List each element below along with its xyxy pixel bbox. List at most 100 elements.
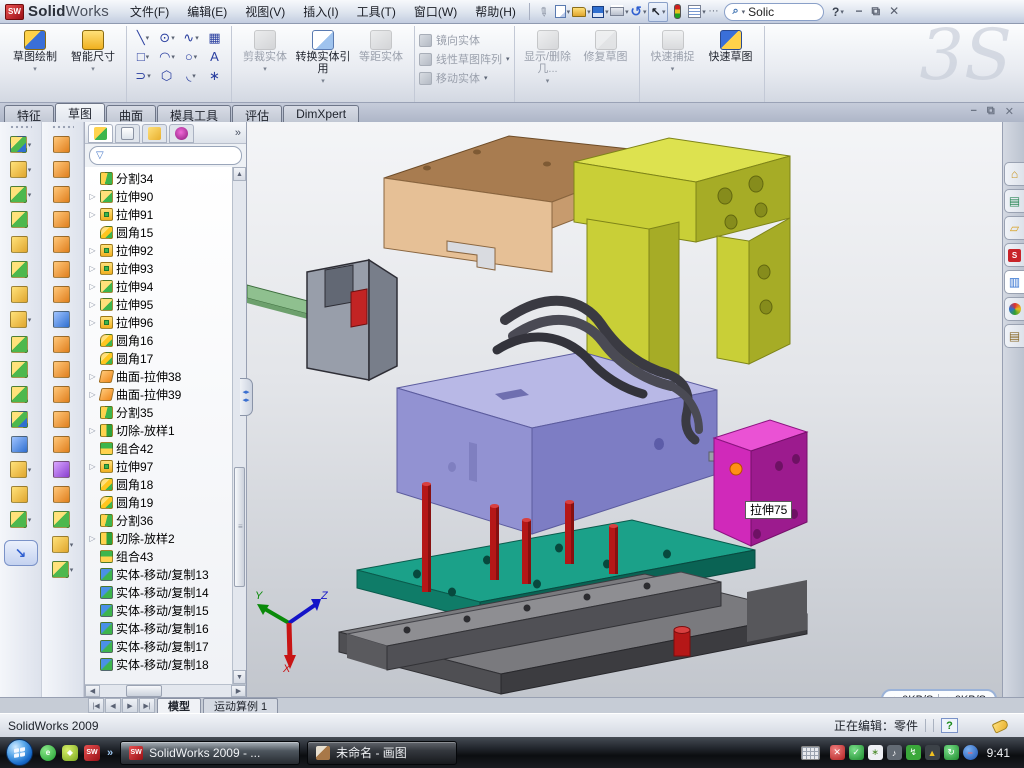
menu-item[interactable]: 工具(T) — [348, 1, 405, 22]
scrollbar-thumb[interactable] — [126, 685, 162, 697]
tree-item[interactable]: ▷ 拉伸92 — [88, 241, 231, 259]
options-button[interactable]: ▾ — [687, 2, 706, 22]
restore-button[interactable]: ⧉ — [871, 4, 880, 19]
panel-tab[interactable] — [142, 124, 167, 143]
tree-item[interactable]: ▷ 曲面-拉伸38 — [88, 367, 231, 385]
features-toolbar-button[interactable] — [10, 232, 32, 257]
panel-tab[interactable] — [169, 124, 194, 143]
tree-item[interactable]: ▷ 拉伸93 — [88, 259, 231, 277]
select-tool-button[interactable]: ↖▾ — [648, 2, 669, 22]
sketch-entity-button[interactable]: □▾ — [131, 49, 155, 64]
sketch-entity-button[interactable]: ∿▾ — [179, 30, 203, 46]
toolbar-overflow-label[interactable]: ⋯ — [706, 6, 720, 17]
tray-icon[interactable]: ✕ — [830, 745, 845, 760]
surfaces-toolbar-button[interactable] — [52, 507, 74, 532]
surfaces-toolbar-button[interactable] — [52, 207, 74, 232]
graphics-viewport[interactable]: ⊕⊙↻▥▦▾◧▾∞▾●◑▾▣▾ 拉伸75 Y Z X ↓ 0KB/S ↑ 0KB… — [247, 122, 1002, 697]
model-fixture[interactable] — [247, 260, 397, 380]
features-toolbar-button[interactable] — [10, 382, 32, 407]
features-toolbar-button[interactable] — [10, 282, 32, 307]
sketch-entity-button[interactable]: ▦ — [203, 30, 227, 46]
features-toolbar-button[interactable] — [10, 432, 32, 457]
convert-entities-button[interactable]: 转换实体引用▾ — [294, 28, 352, 88]
tree-item[interactable]: 圆角17 — [88, 349, 231, 367]
sketch-entity-button[interactable]: ∗ — [203, 68, 227, 84]
rapid-sketch-button[interactable]: 快速草图 — [702, 28, 760, 63]
scroll-down-icon[interactable]: ▼ — [233, 670, 246, 684]
repair-sketch-button[interactable]: 修复草图 — [577, 28, 635, 63]
features-toolbar-button[interactable]: ▾ — [10, 157, 32, 182]
features-toolbar-button[interactable]: ▾ — [10, 457, 32, 482]
tree-item[interactable]: ▷ 拉伸94 — [88, 277, 231, 295]
features-toolbar-button[interactable]: ▾ — [10, 507, 32, 532]
tree-item[interactable]: 实体-移动/复制15 — [88, 601, 231, 619]
network-speed-widget[interactable]: ↓ 0KB/S ↑ 0KB/S — [881, 689, 997, 697]
sketch-button[interactable]: 草图绘制▾ — [6, 28, 64, 76]
search-input[interactable]: Solic — [748, 5, 774, 19]
expand-arrow-icon[interactable]: ▷ — [88, 264, 97, 273]
expand-arrow-icon[interactable]: ▷ — [88, 192, 97, 201]
doc-close-button[interactable]: ✕ — [1005, 105, 1014, 118]
tab-model[interactable]: 模型 — [157, 698, 201, 713]
command-tab[interactable]: 草图 — [55, 103, 105, 122]
menu-item[interactable]: 帮助(H) — [466, 1, 525, 22]
undo-button[interactable]: ↺▾ — [629, 2, 648, 22]
sketch-entity-button[interactable]: ◠▾ — [155, 49, 179, 65]
save-button[interactable]: ▾ — [591, 2, 610, 22]
panel-splitter-handle[interactable]: ◂▸◂▸ — [240, 378, 253, 416]
tray-icon[interactable]: ∗ — [868, 745, 883, 760]
sketch-entity-button[interactable]: ⊙▾ — [155, 30, 179, 46]
expand-arrow-icon[interactable]: ▷ — [88, 462, 97, 471]
surfaces-toolbar-button[interactable] — [52, 307, 74, 332]
features-toolbar-button[interactable] — [10, 257, 32, 282]
surfaces-toolbar-button[interactable] — [52, 482, 74, 507]
sketch-entity-button[interactable]: ╲▾ — [131, 30, 155, 46]
tree-item[interactable]: ▷ 拉伸91 — [88, 205, 231, 223]
task-pane-tab[interactable]: S — [1004, 243, 1024, 267]
features-toolbar-button[interactable] — [10, 482, 32, 507]
panel-tab[interactable] — [88, 124, 113, 143]
toolbar-grip[interactable] — [52, 125, 74, 130]
quick-snaps-button[interactable]: 快速捕捉▾ — [644, 28, 702, 76]
surfaces-toolbar-button[interactable] — [52, 457, 74, 482]
task-pane-tab[interactable]: ▥ — [1004, 270, 1024, 294]
taskbar-task-button[interactable]: 未命名 - 画图 — [307, 741, 457, 765]
taskbar-clock[interactable]: 9:41 — [987, 746, 1010, 760]
scroll-up-icon[interactable]: ▲ — [233, 167, 246, 181]
features-toolbar-button[interactable] — [10, 207, 32, 232]
features-toolbar-button[interactable]: ▾ — [10, 307, 32, 332]
doc-restore-button[interactable]: ⧉ — [987, 105, 995, 118]
command-tab[interactable]: 评估 — [232, 105, 282, 122]
features-toolbar-button[interactable] — [10, 357, 32, 382]
surfaces-toolbar-button[interactable] — [52, 182, 74, 207]
tree-item[interactable]: 组合42 — [88, 439, 231, 457]
tray-icon[interactable]: ✓ — [849, 745, 864, 760]
tree-item[interactable]: 实体-移动/复制17 — [88, 637, 231, 655]
language-bar-icon[interactable] — [801, 746, 820, 760]
smart-dimension-button[interactable]: 智能尺寸▾ — [64, 28, 122, 76]
sketch-entity-button[interactable]: ⊃▾ — [131, 68, 155, 84]
tree-item[interactable]: ▷ 曲面-拉伸39 — [88, 385, 231, 403]
task-pane-tab[interactable]: ● — [1004, 297, 1024, 321]
menu-item[interactable]: 插入(I) — [294, 1, 347, 22]
sketch-entity-button[interactable]: ○▾ — [179, 49, 203, 64]
rebuild-button[interactable] — [668, 2, 687, 22]
close-button[interactable]: ✕ — [889, 4, 899, 19]
task-pane-tab[interactable]: ▤ — [1004, 324, 1024, 348]
features-toolbar-button[interactable] — [10, 332, 32, 357]
surfaces-toolbar-button[interactable] — [52, 432, 74, 457]
search-box[interactable]: ⌕ ▾ Solic — [724, 3, 824, 21]
linear-sketch-pattern-button[interactable]: 线性草图阵列▾ — [419, 51, 510, 67]
print-button[interactable]: ▾ — [610, 2, 629, 22]
model-standalone-pin[interactable] — [674, 627, 690, 657]
menu-item[interactable]: 编辑(E) — [178, 1, 236, 22]
tree-item[interactable]: 分割35 — [88, 403, 231, 421]
start-button[interactable] — [6, 739, 33, 766]
task-pane-tab[interactable]: ▤ — [1004, 189, 1024, 213]
task-pane-tab[interactable]: ⌂ — [1004, 162, 1024, 186]
move-entities-button[interactable]: 移动实体▾ — [419, 70, 488, 86]
first-tab-icon[interactable]: |◀ — [88, 698, 104, 713]
quick-launch-more-icon[interactable]: » — [107, 747, 113, 759]
offset-entities-button[interactable]: 等距实体 — [352, 28, 410, 63]
tag-icon[interactable] — [992, 718, 1010, 733]
